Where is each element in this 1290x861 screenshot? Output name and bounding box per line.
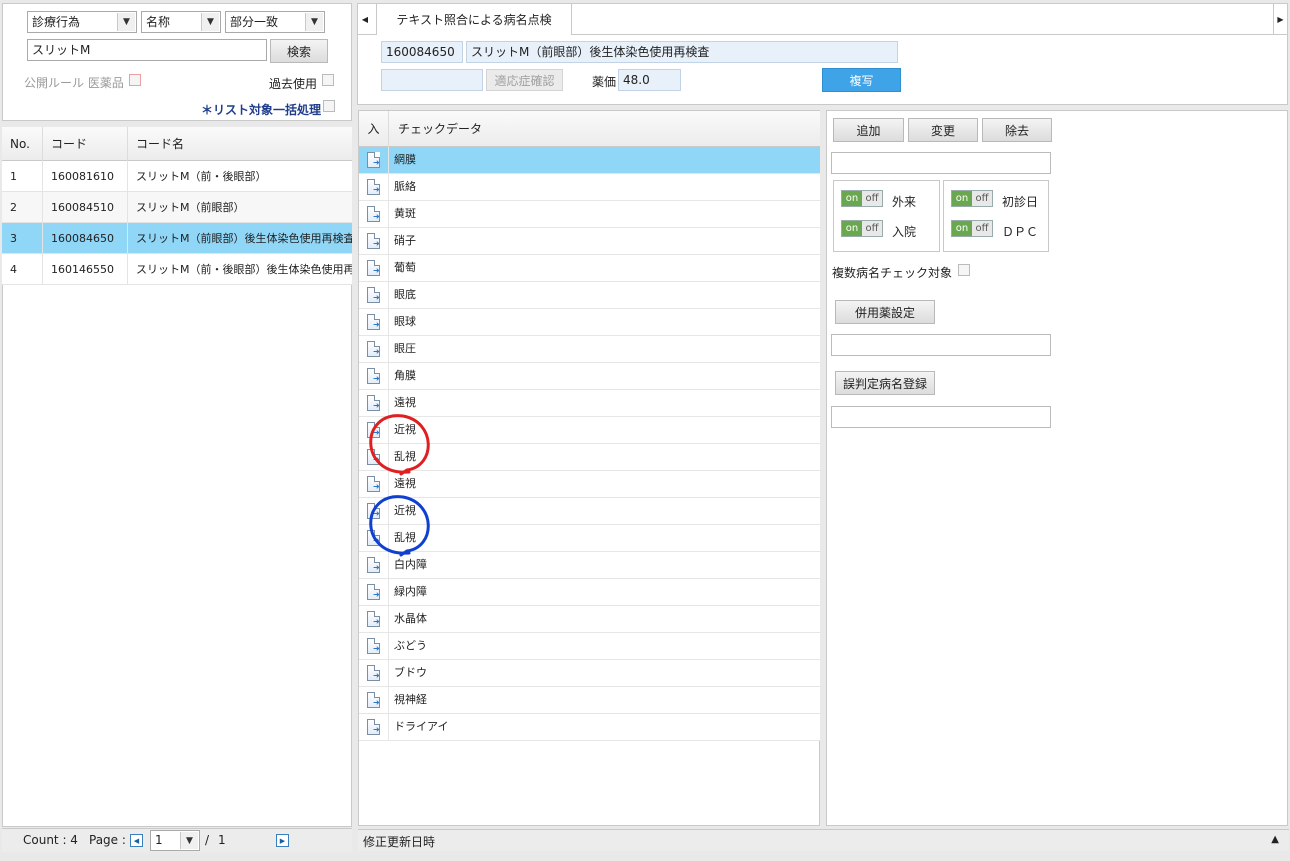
bulk-process-label: ＊リスト対象一括処理 xyxy=(201,103,322,117)
public-rule-label: 公開ルール 医薬品 xyxy=(24,76,124,90)
chevron-down-icon: ▼ xyxy=(180,832,198,849)
add-button[interactable]: 追加 xyxy=(833,118,904,142)
bulk-process-checkbox[interactable] xyxy=(323,100,335,112)
collapse-icon[interactable]: ▲ xyxy=(1271,834,1279,845)
annotation-circle-1 xyxy=(369,495,430,557)
tab-text-check[interactable]: テキスト照合による病名点検 xyxy=(376,4,572,35)
table-row[interactable]: 4 160146550 スリットM（前・後眼部）後生体染色使用再検査 xyxy=(2,254,352,285)
page-select[interactable]: 1 ▼ xyxy=(150,830,200,851)
multi-check-label: 複数病名チェック対象 xyxy=(832,266,953,280)
table-row[interactable]: 2 160084510 スリットM（前眼部） xyxy=(2,192,352,223)
indication-field[interactable] xyxy=(381,69,483,91)
outpatient-label: 外来 xyxy=(892,195,917,209)
date-toggle-group: on off 初診日 on off ＤＰＣ xyxy=(943,180,1049,252)
tab-scroll-right-button[interactable]: ▶ xyxy=(1273,4,1287,35)
multi-check-checkbox[interactable] xyxy=(958,264,970,276)
misdiagnosis-register-button[interactable]: 誤判定病名登録 xyxy=(835,371,935,395)
updated-datetime-label: 修正更新日時 xyxy=(363,835,436,849)
change-button[interactable]: 変更 xyxy=(908,118,978,142)
row-no: 4 xyxy=(2,254,43,285)
header-code: コード xyxy=(43,127,128,161)
status-bar: 修正更新日時 ▲ xyxy=(358,829,1289,851)
item-code-field: 160084650 xyxy=(381,41,463,63)
header-code-name: コード名 xyxy=(136,137,185,151)
first-visit-toggle[interactable]: on off xyxy=(951,190,993,207)
page-total: 1 xyxy=(218,833,226,847)
row-code: 160081610 xyxy=(43,161,128,192)
row-code: 160084510 xyxy=(43,192,128,223)
row-code: 160146550 xyxy=(43,254,128,285)
rule-name-input[interactable] xyxy=(831,152,1051,174)
code-table-header: No. コード コード名 xyxy=(2,127,352,161)
count-label: Count : 4 xyxy=(23,833,78,847)
search-button[interactable]: 検索 xyxy=(270,39,328,63)
row-name: スリットM（前・後眼部） xyxy=(136,170,267,183)
header-no: No. xyxy=(2,127,43,161)
row-no: 1 xyxy=(2,161,43,192)
row-code: 160084650 xyxy=(43,223,128,254)
visit-toggle-group: on off 外来 on off 入院 xyxy=(833,180,940,252)
field-select[interactable]: 名称 ▼ xyxy=(141,11,221,33)
inpatient-label: 入院 xyxy=(892,225,917,239)
item-info-panel: 160084650 スリットM（前眼部）後生体染色使用再検査 適応症確認 薬価 … xyxy=(357,35,1288,105)
outpatient-toggle[interactable]: on off xyxy=(841,190,883,207)
page-separator: / xyxy=(205,833,210,847)
table-row[interactable]: 1 160081610 スリットM（前・後眼部） xyxy=(2,161,352,192)
search-panel: 診療行為 ▼ 名称 ▼ 部分一致 ▼ スリットM 検索 公開ルール 医薬品 過去… xyxy=(2,3,352,121)
inpatient-toggle[interactable]: on off xyxy=(841,220,883,237)
settings-panel: 追加 変更 除去 on off 外来 on off 入院 on off 初診日 on o… xyxy=(826,110,1288,826)
dpc-toggle[interactable]: on off xyxy=(951,220,993,237)
price-field: 48.0 xyxy=(618,69,681,91)
search-input[interactable]: スリットM xyxy=(27,39,267,61)
copy-button[interactable]: 複写 xyxy=(822,68,901,92)
match-select[interactable]: 部分一致 ▼ xyxy=(225,11,325,33)
annotation-circle-0 xyxy=(369,414,430,476)
chevron-down-icon: ▼ xyxy=(305,13,323,31)
check-data-table: 入 チェックデータ 網膜脈絡黄斑硝子葡萄眼底眼球眼圧角膜遠視近視乱視遠視近視乱視… xyxy=(358,110,820,826)
row-no: 2 xyxy=(2,192,43,223)
first-visit-label: 初診日 xyxy=(1002,195,1039,209)
indication-check-button[interactable]: 適応症確認 xyxy=(486,69,563,91)
category-select[interactable]: 診療行為 ▼ xyxy=(27,11,137,33)
row-name: スリットM（前眼部）後生体染色使用再検査 xyxy=(136,232,352,245)
annotation-layer xyxy=(369,414,430,557)
next-page-button[interactable]: ▶ xyxy=(276,834,289,847)
prev-page-button[interactable]: ◀ xyxy=(130,834,143,847)
tab-scroll-left-button[interactable]: ◀ xyxy=(358,4,372,35)
tab-bar: ◀ テキスト照合による病名点検 ▶ xyxy=(357,3,1288,35)
chevron-down-icon: ▼ xyxy=(117,13,135,31)
price-label: 薬価 xyxy=(592,75,617,89)
row-no: 3 xyxy=(2,223,43,254)
past-use-label: 過去使用 xyxy=(269,77,318,91)
item-name-field: スリットM（前眼部）後生体染色使用再検査 xyxy=(466,41,898,63)
row-name: スリットM（前・後眼部）後生体染色使用再検査 xyxy=(136,263,352,276)
remove-button[interactable]: 除去 xyxy=(982,118,1052,142)
pagination-bar: Count : 4 Page : ◀ 1 ▼ / 1 ▶ xyxy=(2,828,352,852)
concomitant-drug-button[interactable]: 併用薬設定 xyxy=(835,300,935,324)
page-label: Page : xyxy=(89,833,126,847)
row-name: スリットM（前眼部） xyxy=(136,201,245,214)
concomitant-drug-input[interactable] xyxy=(831,334,1051,356)
public-rule-checkbox[interactable] xyxy=(129,74,141,86)
past-use-checkbox[interactable] xyxy=(322,74,334,86)
dpc-label: ＤＰＣ xyxy=(1002,225,1039,239)
chevron-down-icon: ▼ xyxy=(201,13,219,31)
table-row[interactable]: 3 160084650 スリットM（前眼部）後生体染色使用再検査 xyxy=(2,223,352,254)
misdiagnosis-input[interactable] xyxy=(831,406,1051,428)
